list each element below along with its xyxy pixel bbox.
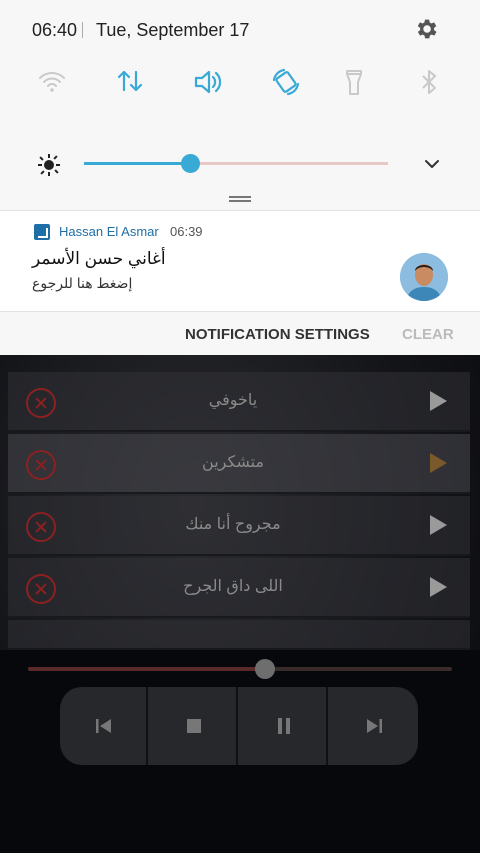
track-title: اللى داق الجرح [183, 578, 283, 595]
seek-bar[interactable] [28, 659, 452, 679]
playlist-row[interactable]: ياخوفي [8, 372, 470, 432]
playlist-row-partial[interactable] [8, 620, 470, 650]
stop-button[interactable] [150, 687, 238, 765]
brightness-icon [36, 152, 62, 178]
track-title: ياخوفي [208, 392, 258, 409]
status-bar: 06:40 Tue, September 17 [0, 0, 480, 60]
skip-previous-icon [96, 719, 111, 733]
sound-icon[interactable] [188, 62, 228, 102]
seek-bar-fill [28, 667, 266, 671]
quick-settings-row [0, 62, 480, 102]
notification-app-name: Hassan El Asmar [59, 224, 159, 239]
play-icon[interactable] [430, 577, 447, 597]
previous-button[interactable] [60, 687, 148, 765]
delete-icon[interactable] [26, 512, 56, 542]
wifi-icon[interactable] [32, 62, 72, 102]
auto-rotate-icon[interactable] [266, 62, 306, 102]
notification-title: أغاني حسن الأسمر [32, 249, 166, 268]
play-icon[interactable] [430, 391, 447, 411]
mobile-data-icon[interactable] [110, 62, 150, 102]
play-icon[interactable] [430, 515, 447, 535]
player-app: ياخوفي متشكرين مجروح أنا منك اللى داق الجرح [0, 355, 480, 853]
transport-controls [60, 687, 418, 765]
play-icon[interactable] [430, 453, 447, 473]
brightness-slider[interactable] [84, 154, 388, 173]
delete-icon[interactable] [26, 450, 56, 480]
notification-settings-button[interactable]: NOTIFICATION SETTINGS [185, 326, 370, 343]
player-controls-bar [0, 650, 480, 853]
brightness-slider-knob[interactable] [181, 154, 201, 173]
drag-handle[interactable] [229, 196, 251, 202]
bluetooth-icon[interactable] [409, 62, 449, 102]
pause-button[interactable] [240, 687, 328, 765]
pause-icon [278, 718, 290, 734]
notification-shade: 06:40 Tue, September 17 Hassan El Asmar … [0, 0, 480, 355]
notification-text: إضغط هنا للرجوع [32, 275, 133, 291]
notification-time: 06:39 [170, 224, 203, 239]
track-title: متشكرين [202, 454, 264, 471]
seek-bar-knob[interactable] [255, 659, 276, 679]
track-title: مجروح أنا منك [185, 516, 281, 533]
chevron-down-icon[interactable] [420, 152, 444, 176]
clear-button[interactable]: CLEAR [402, 326, 454, 343]
divider [82, 22, 83, 38]
clock: 06:40 [32, 20, 78, 40]
notification-actions: NOTIFICATION SETTINGS CLEAR [0, 313, 480, 355]
playlist-row[interactable]: متشكرين [8, 434, 470, 494]
next-button[interactable] [330, 687, 418, 765]
delete-icon[interactable] [26, 574, 56, 604]
playlist-row[interactable]: مجروح أنا منك [8, 496, 470, 556]
brightness-slider-fill [84, 162, 191, 165]
skip-next-icon [367, 719, 382, 733]
date-label: Tue, September 17 [96, 20, 250, 40]
artist-avatar [400, 253, 448, 301]
playlist-row[interactable]: اللى داق الجرح [8, 558, 470, 618]
flashlight-icon[interactable] [334, 62, 374, 102]
delete-icon[interactable] [26, 388, 56, 418]
music-app-icon [34, 224, 50, 240]
settings-gear-icon[interactable] [413, 16, 439, 42]
media-notification[interactable]: Hassan El Asmar 06:39 أغاني حسن الأسمر إ… [0, 210, 480, 312]
stop-icon [187, 719, 201, 733]
